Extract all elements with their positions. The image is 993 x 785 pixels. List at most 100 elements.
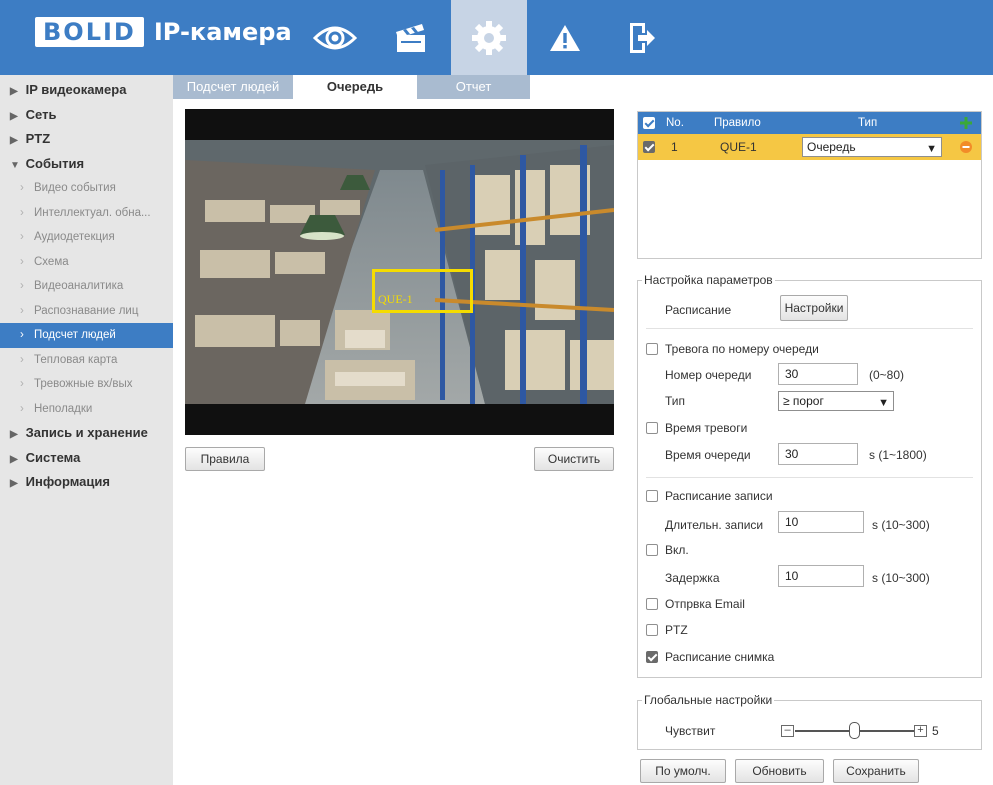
row-checkbox[interactable]	[643, 141, 655, 153]
chevron-right-icon: ›	[20, 304, 24, 317]
global-fieldset: Глобальные настройки Чувствит – + 5	[637, 693, 982, 750]
table-row[interactable]: 1 QUE-1 Очередь ▼	[638, 134, 981, 160]
queue-time-hint: s (1~1800)	[869, 448, 927, 462]
save-button[interactable]: Сохранить	[833, 759, 919, 783]
sidebar-item-label: Запись и хранение	[25, 425, 148, 440]
triangle-right-icon: ▶	[10, 86, 18, 97]
chevron-right-icon: ›	[20, 329, 24, 341]
ptz-checkbox[interactable]	[646, 624, 658, 636]
sidebar-item-information[interactable]: ▶ Информация	[0, 470, 173, 495]
sidebar-item-label: Видео события	[34, 182, 116, 194]
logo-brand: BOLID	[35, 17, 144, 47]
video-preview[interactable]: QUE-1	[185, 109, 614, 435]
tab-queue[interactable]: Очередь	[295, 75, 415, 99]
sidebar-item-system[interactable]: ▶ Система	[0, 446, 173, 471]
nav-logout[interactable]	[604, 0, 680, 75]
tab-bar: Подсчет людей Очередь Отчет	[173, 75, 993, 99]
chevron-right-icon: ›	[20, 378, 24, 390]
sidebar-item-alarm-io[interactable]: › Тревожные вх/вых	[0, 372, 173, 397]
column-rule: Правило	[714, 117, 761, 129]
tab-report[interactable]: Отчет	[417, 75, 530, 99]
queue-number-hint: (0~80)	[869, 368, 905, 382]
queue-time-input[interactable]: 30	[778, 443, 858, 465]
tab-people-counting[interactable]: Подсчет людей	[173, 75, 293, 99]
nav-live[interactable]	[297, 0, 373, 75]
sensitivity-label: Чувствит	[665, 724, 716, 738]
queue-number-input[interactable]: 30	[778, 363, 858, 385]
triangle-right-icon: ▶	[10, 453, 18, 465]
sidebar-item-label: Интеллектуал. обна...	[34, 206, 151, 219]
rules-table: No. Правило Тип 1 QUE-1 Очередь ▼	[637, 111, 982, 259]
sidebar-item-abnormality[interactable]: › Неполадки	[0, 397, 173, 422]
delay-hint: s (10~300)	[872, 571, 930, 585]
sidebar-item-heatmap[interactable]: › Тепловая карта	[0, 348, 173, 373]
snapshot-checkbox[interactable]	[646, 651, 658, 663]
row-no: 1	[671, 140, 678, 154]
alarm-time-checkbox[interactable]	[646, 422, 658, 434]
sensitivity-increase-button[interactable]: +	[914, 725, 927, 737]
gear-icon	[472, 20, 506, 55]
sidebar-item-events[interactable]: ▼ События	[0, 152, 173, 177]
triangle-down-icon: ▼	[10, 159, 20, 171]
divider	[646, 477, 973, 478]
sidebar-item-scheme[interactable]: › Схема	[0, 250, 173, 275]
rule-type-select[interactable]: Очередь ▼	[802, 137, 942, 157]
params-legend: Настройка параметров	[642, 273, 775, 287]
sidebar-item-label: IP видеокамера	[25, 82, 127, 97]
email-checkbox[interactable]	[646, 598, 658, 610]
sidebar-item-audio[interactable]: › Аудиодетекция	[0, 225, 173, 250]
default-button[interactable]: По умолч.	[640, 759, 726, 783]
top-bar: BOLID IP-камера	[0, 0, 993, 75]
type-label: Тип	[665, 394, 686, 408]
chevron-right-icon: ›	[20, 206, 24, 219]
clear-button[interactable]: Очистить	[534, 447, 614, 471]
sidebar-item-intelligent[interactable]: › Интеллектуал. обна...	[0, 201, 173, 226]
email-label: Отпрвка Email	[665, 597, 745, 611]
record-duration-hint: s (10~300)	[872, 518, 930, 532]
threshold-type-select[interactable]: ≥ порог ▼	[778, 391, 894, 411]
sidebar-item-label: Информация	[25, 474, 110, 489]
delay-input[interactable]: 10	[778, 565, 864, 587]
sidebar-item-label: Тревожные вх/вых	[34, 378, 133, 390]
refresh-button[interactable]: Обновить	[735, 759, 824, 783]
nav-playback[interactable]	[373, 0, 449, 75]
queue-time-label: Время очереди	[665, 448, 751, 462]
sidebar-item-ptz[interactable]: ▶ PTZ	[0, 127, 173, 152]
sidebar-item-label: Сеть	[25, 106, 57, 122]
sidebar-item-label: Подсчет людей	[34, 329, 116, 341]
record-duration-input[interactable]: 10	[778, 511, 864, 533]
nav-alarm[interactable]	[527, 0, 603, 75]
sidebar-item-video-events[interactable]: › Видео события	[0, 176, 173, 201]
clapperboard-icon	[396, 23, 425, 52]
delay-label: Задержка	[665, 571, 720, 585]
queue-alarm-checkbox[interactable]	[646, 343, 658, 355]
select-all-checkbox[interactable]	[643, 117, 655, 129]
sidebar-item-ip-camera[interactable]: ▶ IP видеокамера	[0, 78, 173, 103]
sensitivity-slider-thumb[interactable]	[849, 722, 860, 739]
sidebar-item-label: Распознавание лиц	[34, 304, 139, 317]
nav-setup[interactable]	[451, 0, 527, 75]
rules-table-header: No. Правило Тип	[638, 112, 981, 134]
chevron-right-icon: ›	[20, 353, 24, 366]
rules-button[interactable]: Правила	[185, 447, 265, 471]
record-schedule-label: Расписание записи	[665, 489, 773, 503]
sidebar-item-people-counting[interactable]: › Подсчет людей	[0, 323, 173, 348]
schedule-settings-button[interactable]: Настройки	[780, 295, 848, 321]
sidebar: ▶ IP видеокамера ▶ Сеть ▶ PTZ ▼ События …	[0, 75, 173, 785]
record-schedule-checkbox[interactable]	[646, 490, 658, 502]
sidebar-item-face[interactable]: › Распознавание лиц	[0, 299, 173, 324]
enable-checkbox[interactable]	[646, 544, 658, 556]
logo-text: IP-камера	[153, 18, 292, 46]
eye-icon	[313, 26, 357, 49]
chevron-down-icon: ▼	[878, 397, 889, 409]
enable-label: Вкл.	[665, 543, 689, 557]
remove-rule-icon[interactable]	[960, 141, 972, 153]
add-rule-icon[interactable]	[960, 117, 972, 129]
sidebar-item-analytics[interactable]: › Видеоаналитика	[0, 274, 173, 299]
sidebar-item-network[interactable]: ▶ Сеть	[0, 103, 173, 128]
sidebar-item-label: Видеоаналитика	[34, 280, 124, 292]
sidebar-item-storage[interactable]: ▶ Запись и хранение	[0, 421, 173, 446]
ptz-label: PTZ	[665, 623, 688, 637]
sensitivity-decrease-button[interactable]: –	[781, 725, 794, 737]
sidebar-item-label: Тепловая карта	[34, 353, 118, 366]
